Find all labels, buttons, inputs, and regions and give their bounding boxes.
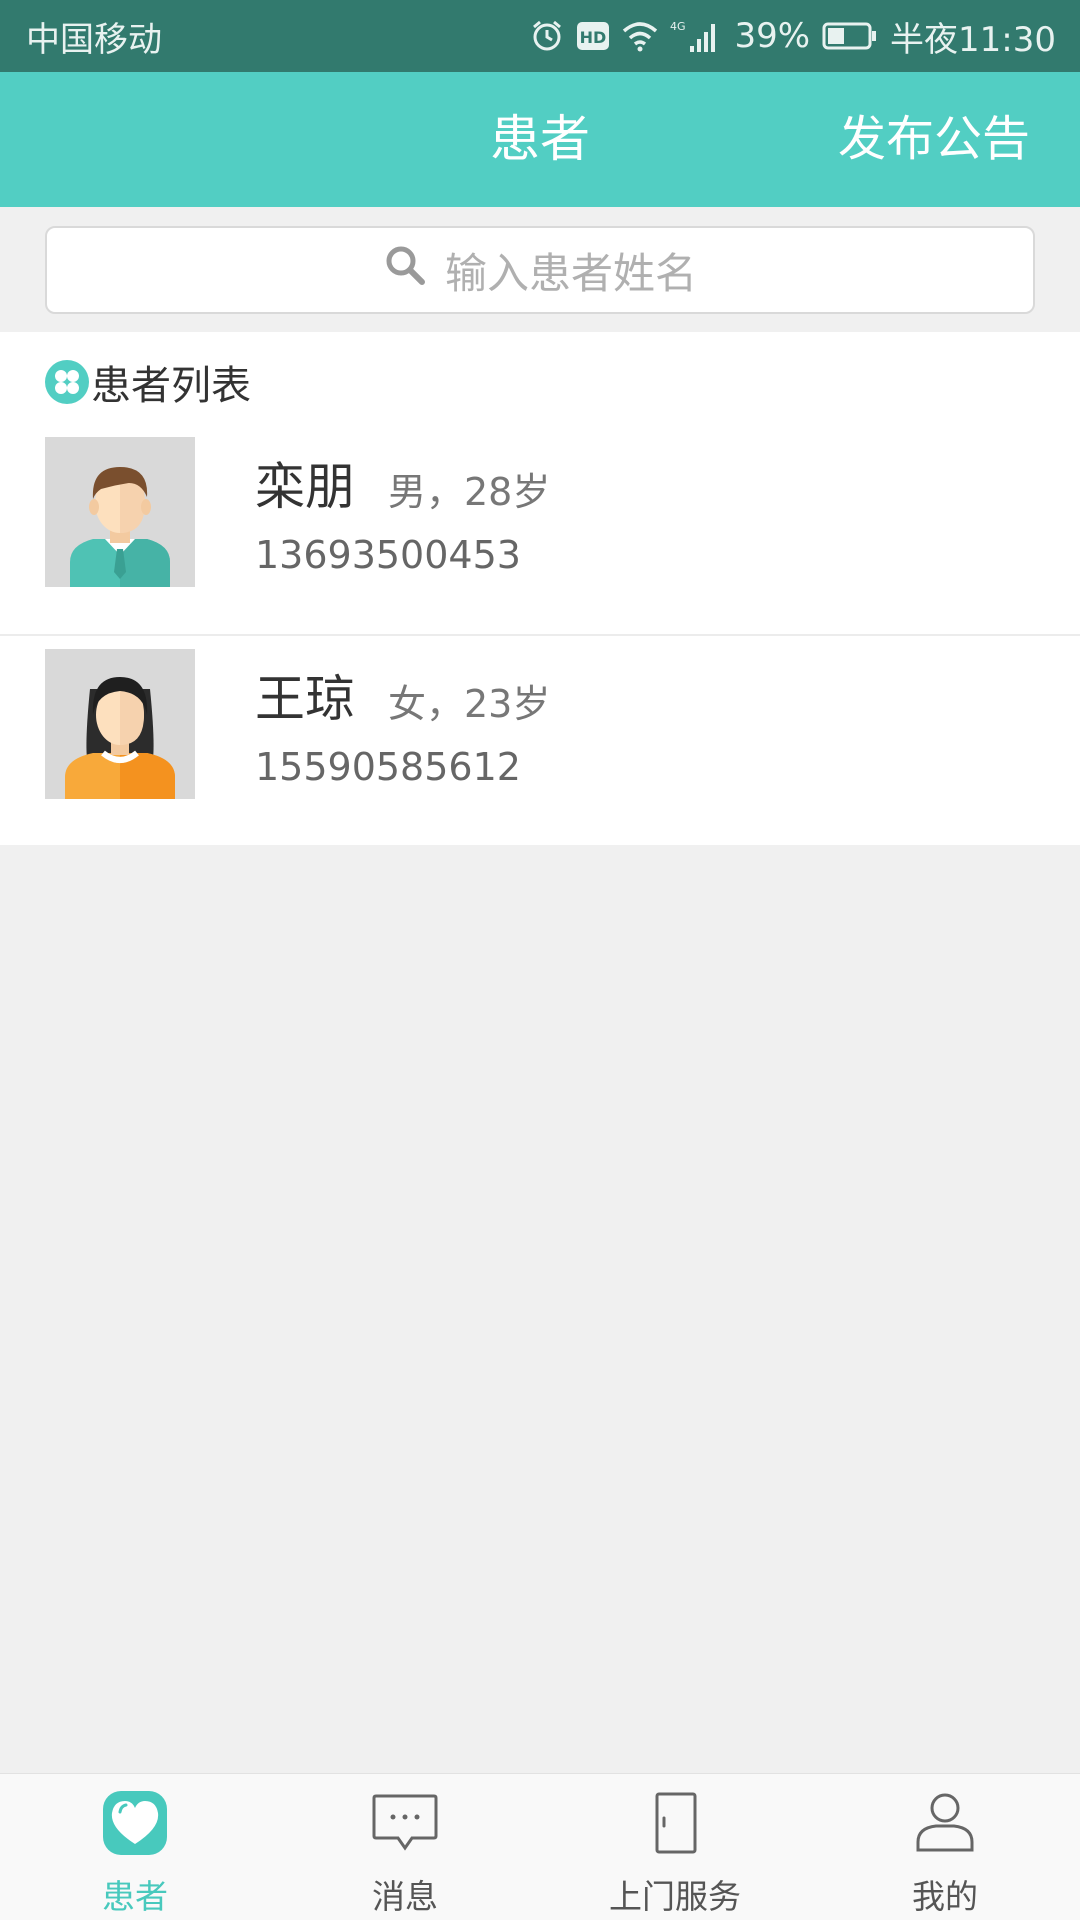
chat-bubble-icon	[372, 1794, 438, 1851]
status-indicators: HD 4G 39% 半夜11:30	[530, 12, 1056, 61]
bottom-tab-bar: 患者 消息 上门服务 我的	[0, 1773, 1080, 1920]
search-icon	[383, 243, 427, 297]
header-bar: 患者 发布公告	[0, 72, 1080, 207]
cellular-signal-icon: 4G	[670, 18, 722, 54]
search-input[interactable]: 输入患者姓名	[45, 226, 1035, 314]
wifi-icon	[622, 20, 658, 52]
patient-list: 患者列表 栾朋 男，28岁 13693500453 王琼 女，23岁 15590…	[0, 332, 1080, 845]
publish-notice-button[interactable]: 发布公告	[838, 72, 1030, 207]
search-area: 输入患者姓名	[0, 207, 1080, 332]
network-label: 4G	[670, 20, 686, 33]
tab-messages[interactable]: 消息	[270, 1774, 540, 1920]
alarm-icon	[530, 19, 564, 53]
patient-gender-age: 男，28岁	[388, 470, 551, 514]
clover-icon	[45, 360, 89, 404]
patient-row[interactable]: 王琼 女，23岁 15590585612	[0, 649, 1080, 859]
heart-icon	[103, 1791, 167, 1855]
patient-gender-age: 女，23岁	[388, 682, 551, 726]
patient-list-title: 患者列表	[91, 363, 251, 409]
battery-icon	[822, 21, 878, 51]
tab-home-service[interactable]: 上门服务	[540, 1774, 810, 1920]
tab-label: 我的	[912, 1877, 978, 1916]
patient-phone: 13693500453	[255, 533, 521, 577]
patient-list-header: 患者列表	[45, 352, 251, 412]
male-avatar	[45, 437, 195, 587]
door-icon	[655, 1792, 697, 1854]
hd-icon: HD	[576, 21, 610, 51]
tab-label: 上门服务	[609, 1877, 741, 1916]
search-placeholder: 输入患者姓名	[444, 248, 697, 298]
row-divider	[0, 634, 1080, 636]
female-avatar	[45, 649, 195, 799]
patient-row[interactable]: 栾朋 男，28岁 13693500453	[0, 437, 1080, 647]
clock-time: 半夜11:30	[890, 19, 1056, 60]
patient-name: 王琼	[255, 670, 355, 728]
tab-patients[interactable]: 患者	[0, 1774, 270, 1920]
tab-mine[interactable]: 我的	[810, 1774, 1080, 1920]
patient-phone: 15590585612	[255, 745, 521, 789]
carrier-label: 中国移动	[26, 19, 162, 60]
hd-label: HD	[580, 28, 607, 47]
status-bar: 中国移动 HD 4G 39% 半夜11:30	[0, 0, 1080, 72]
tab-label: 患者	[102, 1877, 168, 1916]
tab-label: 消息	[372, 1877, 438, 1916]
battery-percent: 39%	[734, 16, 811, 56]
patient-name: 栾朋	[255, 458, 355, 516]
person-icon	[916, 1793, 974, 1852]
